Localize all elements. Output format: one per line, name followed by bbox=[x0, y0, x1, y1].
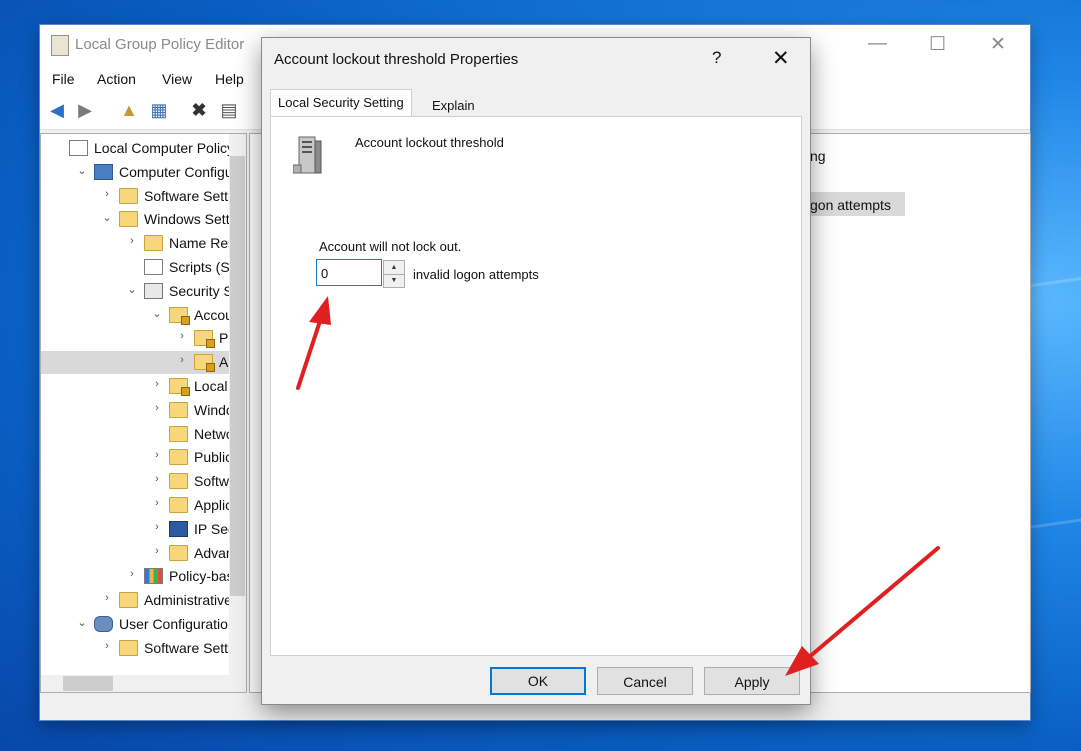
annotation-arrows bbox=[296, 296, 940, 676]
tab-local-security-setting[interactable]: Local Security Setting bbox=[270, 89, 412, 116]
red-arrow-icon bbox=[296, 296, 331, 390]
red-arrow-icon bbox=[785, 546, 940, 676]
